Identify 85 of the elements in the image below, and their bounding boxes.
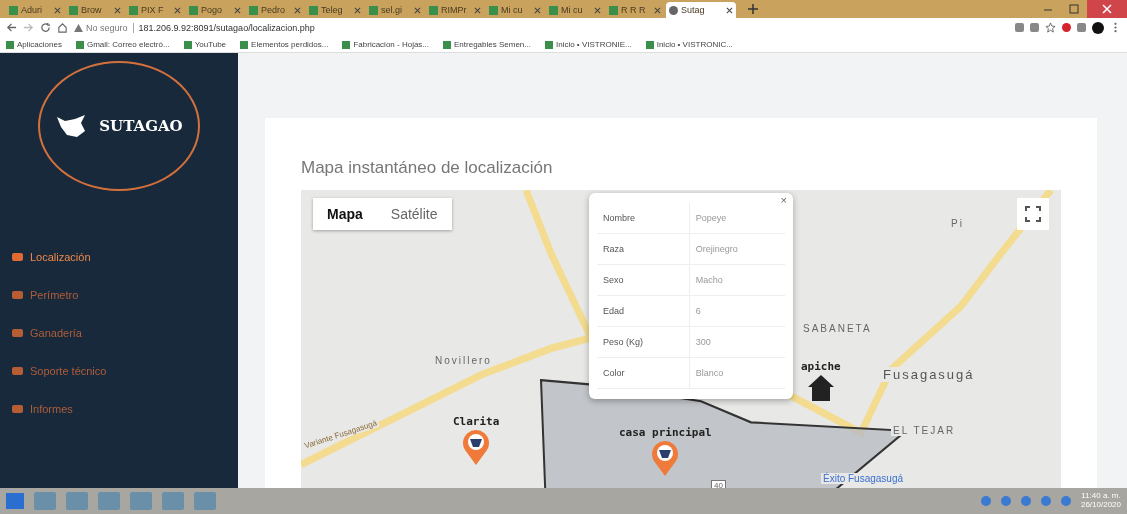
place-label: Éxito Fusagasugá (821, 473, 906, 484)
favicon-icon (369, 5, 378, 15)
favicon-icon (669, 5, 678, 15)
favicon-icon (549, 5, 558, 15)
close-button[interactable]: × (780, 194, 787, 206)
field-label: Color (597, 357, 690, 389)
clock-date: 26/10/2020 (1080, 501, 1121, 510)
favicon-icon (429, 5, 438, 15)
fullscreen-icon[interactable] (1025, 206, 1041, 222)
close-icon[interactable] (534, 6, 541, 14)
favicon-icon (609, 5, 618, 15)
reload-icon[interactable] (40, 22, 51, 33)
clock-time: 11:40 a. m. (1081, 492, 1121, 501)
close-icon[interactable] (294, 6, 301, 14)
field-value: Blanco (689, 357, 785, 389)
sidebar-item[interactable]: Perímetro (12, 289, 79, 301)
bookmark[interactable]: Inicio • VISTRONIC... (645, 40, 733, 49)
avatar-icon[interactable] (1092, 21, 1104, 34)
sidebar-item[interactable]: Informes (12, 403, 73, 415)
marker-label: Clarita (453, 415, 500, 428)
marker-label: apiche (801, 360, 841, 373)
close-icon[interactable] (354, 6, 361, 14)
star-icon[interactable] (1045, 22, 1056, 33)
close-icon[interactable] (1087, 0, 1127, 18)
field-value: Macho (689, 264, 785, 296)
map-type-tab[interactable]: Mapa (313, 198, 377, 230)
logo: SUTAGAO (38, 61, 200, 191)
sidebar-item[interactable]: Ganadería (12, 327, 82, 339)
sidebar-item[interactable]: Soporte técnico (12, 365, 107, 377)
close-icon[interactable] (474, 6, 481, 14)
marker-label: casa principal (619, 426, 712, 439)
favicon-icon (189, 5, 198, 15)
map-type-tab[interactable]: Satélite (376, 198, 452, 230)
close-icon[interactable] (114, 6, 121, 14)
favicon-icon (9, 5, 18, 15)
start-icon[interactable] (6, 493, 24, 509)
field-label: Sexo (597, 264, 690, 296)
favicon-icon (69, 5, 78, 15)
browser-tab[interactable]: Mi cu (546, 2, 604, 18)
field-label: Peso (Kg) (597, 326, 690, 358)
field-label: Edad (597, 295, 690, 327)
field-label: Raza (597, 233, 690, 265)
close-icon[interactable] (234, 6, 241, 14)
field-value: Popeye (689, 203, 785, 234)
new-tab-icon[interactable] (748, 4, 758, 14)
browser-tab[interactable]: Aduri (6, 2, 64, 18)
browser-tab[interactable]: sel.gi (366, 2, 424, 18)
close-icon[interactable] (174, 6, 181, 14)
back-icon[interactable] (6, 22, 17, 33)
close-icon[interactable] (726, 6, 733, 14)
bookmark[interactable]: Entregables Semen... (443, 40, 531, 49)
favicon-icon (249, 5, 258, 15)
close-icon[interactable] (594, 6, 601, 14)
fullscreen-button[interactable] (1017, 198, 1049, 230)
favicon-icon (309, 5, 318, 15)
close-icon[interactable] (54, 6, 61, 14)
bookmark[interactable]: Fabricacion - Hojas... (342, 40, 430, 49)
map-pin-icon[interactable] (461, 428, 492, 466)
bookmark[interactable]: Aplicaciones (6, 40, 62, 49)
browser-tab[interactable]: Pedro (246, 2, 304, 18)
browser-tab[interactable]: Teleg (306, 2, 364, 18)
close-icon[interactable] (654, 6, 661, 14)
address-bar[interactable]: No seguro 181.206.9.92:8091/sutagao/localizacion.php (74, 22, 1009, 33)
browser-tab[interactable]: Pogo (186, 2, 244, 18)
map-pin-icon[interactable] (650, 439, 681, 477)
field-value: Orejinegro (689, 233, 785, 265)
browser-tab[interactable]: PIX F (126, 2, 184, 18)
field-value: 300 (689, 326, 785, 358)
sidebar-item[interactable]: Localización (12, 251, 91, 263)
browser-tab[interactable]: Mi cu (486, 2, 544, 18)
close-icon[interactable] (414, 6, 421, 14)
bookmark[interactable]: Gmail: Correo electró... (75, 40, 170, 49)
browser-tab[interactable]: Sutag (666, 2, 736, 18)
bookmark[interactable]: Inicio • VISTRONIE... (544, 40, 632, 49)
home-icon[interactable] (57, 22, 68, 33)
favicon-icon (489, 5, 498, 15)
browser-tab[interactable]: RIMPr (426, 2, 484, 18)
field-label: Nombre (597, 203, 690, 234)
favicon-icon (129, 5, 138, 15)
browser-tab[interactable]: R R R (606, 2, 664, 18)
bookmark[interactable]: YouTube (183, 40, 227, 49)
field-value: 6 (689, 295, 785, 327)
card-title: Mapa instantáneo de localización (301, 158, 554, 178)
browser-tab[interactable]: Brow (66, 2, 124, 18)
bookmark[interactable]: Elementos perdidos... (240, 40, 329, 49)
